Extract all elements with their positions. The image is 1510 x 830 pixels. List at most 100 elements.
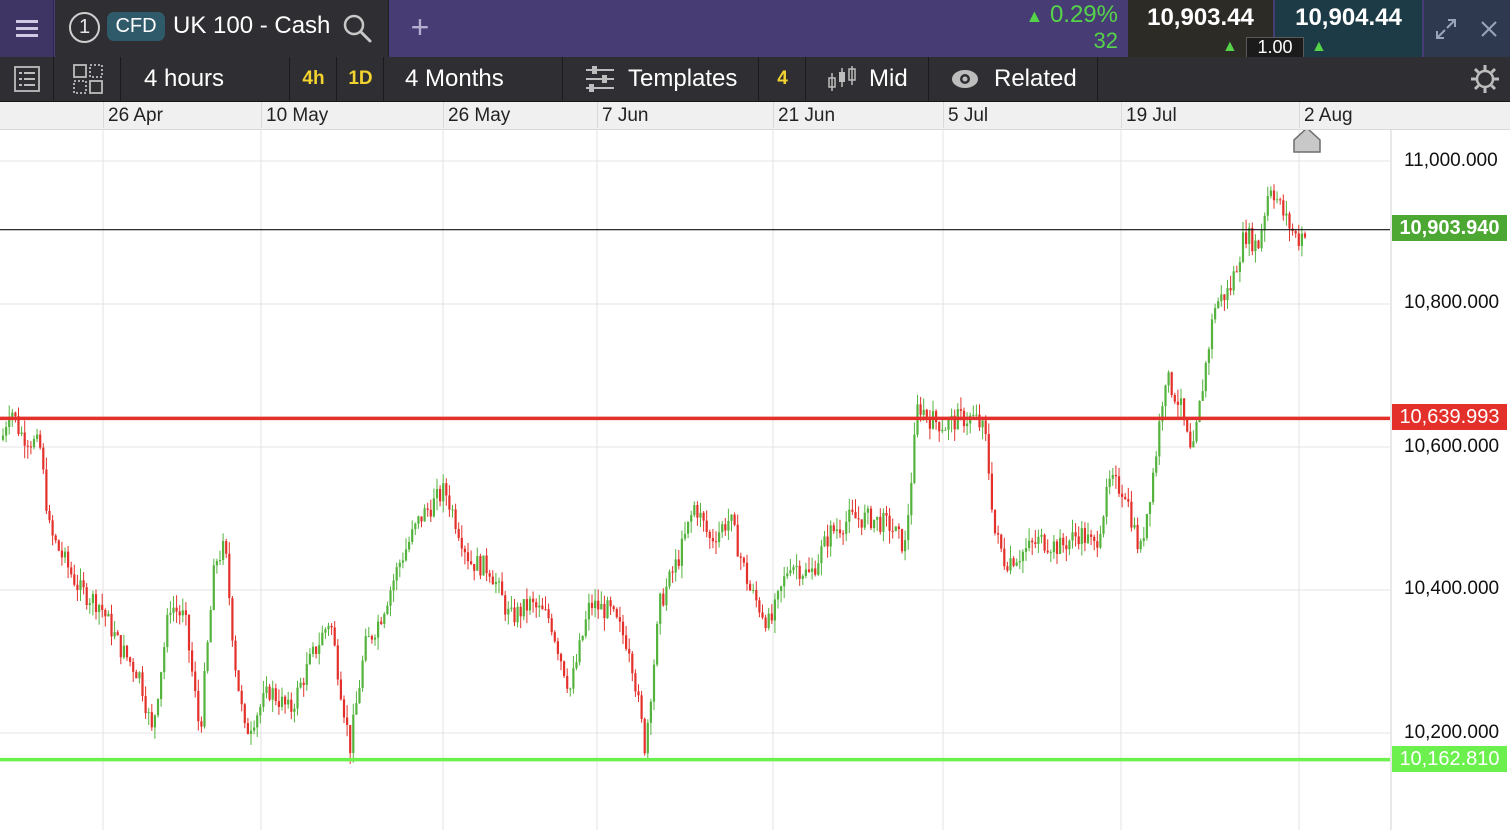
hamburger-icon: [15, 16, 38, 41]
candle: [435, 478, 439, 511]
date-label: 21 Jun: [778, 105, 836, 126]
home-marker-icon[interactable]: [1293, 130, 1321, 153]
candle: [1257, 239, 1260, 249]
candle: [107, 610, 110, 617]
candle: [404, 538, 408, 562]
instrument-name[interactable]: UK 100 - Cash: [173, 12, 330, 40]
candle: [656, 621, 659, 667]
candle: [1133, 517, 1136, 530]
candle: [1195, 419, 1198, 444]
candle-body: [1108, 478, 1111, 487]
candle: [1167, 370, 1170, 393]
candle: [398, 559, 401, 578]
candle-body: [659, 593, 662, 624]
candle-body: [191, 650, 194, 672]
candle-body: [866, 508, 869, 513]
candle-body: [1142, 538, 1145, 541]
eye-icon: [952, 70, 978, 88]
candle: [519, 602, 522, 629]
candle-body: [1018, 561, 1021, 563]
candle: [842, 530, 845, 545]
range-dropdown[interactable]: 4 Months: [385, 57, 563, 101]
candle: [187, 613, 191, 663]
candle-body: [851, 509, 854, 512]
candle: [823, 530, 826, 548]
candle-body: [730, 514, 733, 521]
settings-button[interactable]: [1460, 57, 1510, 101]
watchlist-button[interactable]: [0, 57, 54, 101]
candle-body: [897, 526, 900, 530]
candle-body: [857, 518, 860, 520]
candle-body: [67, 551, 70, 568]
change-percent: ▲ 0.29%: [1025, 1, 1118, 28]
interval-dropdown[interactable]: 4 hours: [122, 57, 290, 101]
candle: [1189, 423, 1192, 449]
candle: [631, 651, 634, 682]
candle-body: [293, 708, 296, 712]
templates-button[interactable]: Templates: [564, 57, 759, 101]
candle: [377, 614, 380, 650]
add-tab-button[interactable]: +: [404, 9, 436, 45]
candle-body: [491, 576, 494, 585]
candle-body: [73, 574, 76, 585]
candle-body: [544, 609, 547, 611]
candle: [1176, 389, 1179, 418]
candle: [414, 522, 417, 536]
search-icon[interactable]: [341, 12, 373, 44]
close-icon: [1481, 20, 1497, 37]
candle: [1031, 537, 1034, 555]
menu-button[interactable]: [0, 0, 54, 57]
candle: [178, 605, 181, 625]
related-button[interactable]: Related: [930, 57, 1098, 101]
candle-body: [609, 600, 612, 607]
close-button[interactable]: [1468, 0, 1510, 57]
candle: [1037, 529, 1040, 553]
candle-body: [166, 614, 169, 648]
date-label: 26 Apr: [108, 105, 163, 126]
candle-body: [355, 703, 358, 715]
candle-body: [1235, 271, 1238, 273]
candle-body: [156, 699, 160, 716]
candle-body: [308, 653, 311, 665]
expand-button[interactable]: [1424, 0, 1468, 57]
candle: [522, 599, 525, 621]
price-mode-button[interactable]: Mid: [807, 57, 929, 101]
candle: [172, 595, 175, 622]
candle: [234, 635, 237, 677]
price-chart[interactable]: 11,000.000 10,800.000 10,600.000 10,400.…: [0, 130, 1510, 830]
candle-body: [147, 712, 150, 714]
instrument-tab[interactable]: 1 CFD UK 100 - Cash: [55, 0, 389, 57]
candle: [1276, 191, 1279, 204]
candle-body: [203, 670, 206, 727]
candlestick-plot[interactable]: [0, 130, 1510, 830]
candle-body: [1269, 190, 1272, 197]
candle-body: [373, 637, 377, 640]
candle-body: [1192, 441, 1195, 448]
candle: [1201, 379, 1204, 401]
layout-button[interactable]: [55, 57, 121, 101]
candle-body: [541, 605, 544, 610]
interval-1d-button[interactable]: 1D: [338, 57, 384, 101]
candle: [550, 613, 553, 636]
candle-body: [1074, 532, 1077, 537]
candle-body: [1086, 534, 1090, 543]
candle: [1183, 398, 1186, 426]
interval-4h-button[interactable]: 4h: [291, 57, 337, 101]
candle-body: [234, 640, 237, 671]
candle: [584, 610, 587, 639]
candle-body: [724, 524, 727, 531]
candle: [609, 596, 612, 615]
candle-body: [631, 653, 634, 674]
date-label: 10 May: [266, 105, 329, 126]
templates-count[interactable]: 4: [760, 57, 806, 101]
candle: [649, 698, 652, 735]
candle-body: [479, 556, 482, 576]
candle-body: [519, 606, 522, 617]
candle-body: [563, 661, 566, 676]
candle: [129, 656, 132, 667]
up-arrow-icon: ▲: [1222, 38, 1238, 55]
candle: [776, 589, 780, 609]
candle-body: [1207, 349, 1210, 363]
candle-body: [187, 614, 191, 651]
candle: [795, 554, 798, 580]
